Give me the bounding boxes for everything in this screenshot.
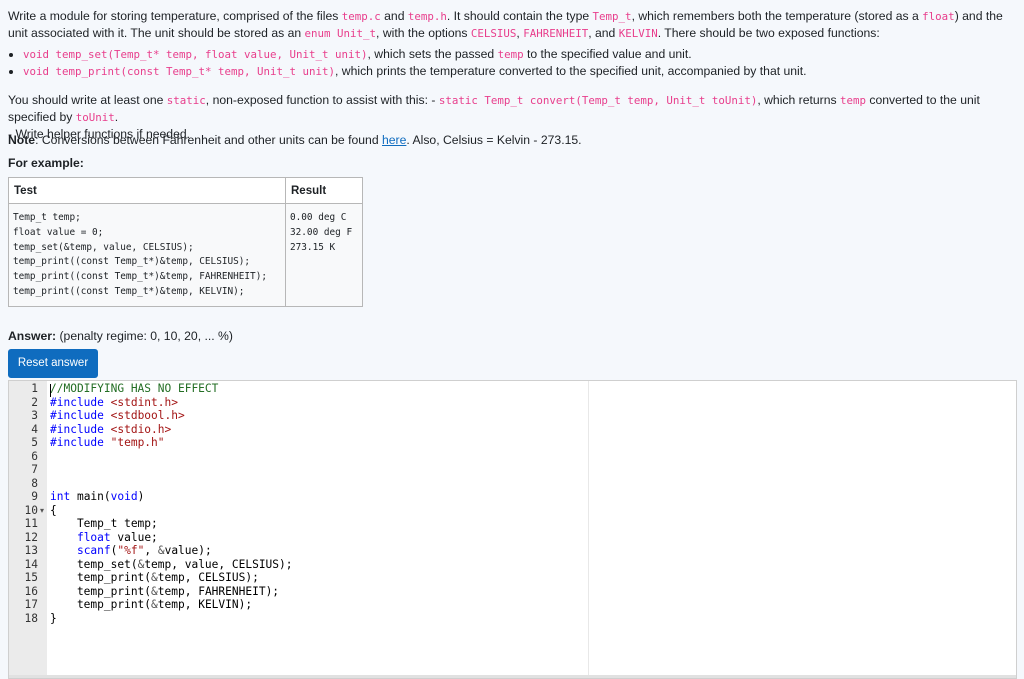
example-table: Test Result Temp_t temp; float value = 0… [8, 177, 363, 307]
code-line[interactable]: int main(void) [50, 490, 144, 504]
inline-code: temp.h [407, 10, 447, 23]
inline-code: KELVIN [618, 27, 658, 40]
intro-text: and [380, 9, 408, 23]
result-output: 0.00 deg C 32.00 deg F 273.15 K [290, 212, 353, 253]
line-number: 16 [24, 584, 38, 598]
note-text: . Also, Celsius = Kelvin - 273.15. [406, 133, 582, 147]
line-number: 5 [31, 436, 38, 449]
answer-label: Answer: [8, 329, 57, 343]
inline-code: FAHRENHEIT [523, 27, 589, 40]
code-line[interactable]: //MODIFYING HAS NO EFFECT [50, 382, 218, 396]
line-number: 13 [24, 544, 38, 557]
line-number: 1 [31, 382, 38, 395]
line-number: 2 [31, 395, 38, 409]
intro-text: , and [588, 26, 619, 40]
helper-text: , which returns [757, 93, 840, 107]
note-paragraph: Note: Conversions between Fahrenheit and… [8, 132, 582, 149]
line-number: 15 [24, 571, 38, 584]
function-description: , which prints the temperature converted… [335, 64, 807, 78]
fold-arrow-icon[interactable]: ▾ [40, 504, 48, 518]
line-number: 14 [24, 557, 38, 571]
code-line[interactable]: temp_print(&temp, FAHRENHEIT); [50, 585, 279, 599]
intro-text: . It should contain the type [446, 9, 593, 23]
table-row: Temp_t temp; float value = 0; temp_set(&… [8, 203, 363, 307]
horizontal-scrollbar[interactable] [9, 675, 1016, 678]
line-number: 8 [31, 476, 38, 490]
function-list: void temp_set(Temp_t* temp, float value,… [8, 46, 1023, 80]
list-item: void temp_set(Temp_t* temp, float value,… [23, 46, 1023, 63]
line-number: 10 [24, 503, 38, 517]
inline-code: static [166, 94, 206, 107]
code-line[interactable]: #include "temp.h" [50, 436, 165, 450]
code-line[interactable]: float value; [50, 531, 158, 545]
inline-code: enum Unit_t [304, 27, 377, 40]
reset-answer-button[interactable]: Reset answer [8, 349, 98, 378]
code-line[interactable]: temp_print(&temp, KELVIN); [50, 598, 252, 612]
list-item: void temp_print(const Temp_t* temp, Unit… [23, 63, 1023, 80]
note-text: : Conversions between Fahrenheit and oth… [35, 133, 382, 147]
table-header-row: Test Result [8, 177, 363, 204]
inline-code: temp [497, 48, 524, 61]
inline-code: float [922, 10, 955, 23]
for-example-heading: For example: [8, 156, 84, 170]
line-number: 6 [31, 449, 38, 463]
result-cell: 0.00 deg C 32.00 deg F 273.15 K [285, 203, 363, 307]
test-column-header: Test [8, 177, 286, 204]
line-number: 3 [31, 409, 38, 422]
function-description: to the specified value and unit. [523, 47, 692, 61]
code-line[interactable]: #include <stdio.h> [50, 423, 171, 437]
code-line[interactable]: scanf("%f", &value); [50, 544, 212, 558]
penalty-regime: (penalty regime: 0, 10, 20, ... %) [59, 329, 233, 343]
inline-code: toUnit [75, 111, 115, 124]
line-number: 9 [31, 490, 38, 503]
intro-text: , which remembers both the temperature (… [631, 9, 923, 23]
helper-text: , non-exposed function to assist with th… [205, 93, 439, 107]
intro-text: . There should be two exposed functions: [657, 26, 880, 40]
code-editor[interactable]: 1 2 3 4 5 6 7 8 9 10 11 12 13 14 15 16 17 18 ▾ //MODIFYING… [8, 380, 1017, 679]
line-number: 17 [24, 598, 38, 611]
question-intro: Write a module for storing temperature, … [8, 8, 1013, 42]
line-number: 18 [24, 611, 38, 625]
helper-text: . [114, 110, 119, 124]
test-cell: Temp_t temp; float value = 0; temp_set(&… [8, 203, 286, 307]
line-number: 4 [31, 422, 38, 436]
answer-heading: Answer: (penalty regime: 0, 10, 20, ... … [8, 328, 233, 345]
code-line[interactable]: { [50, 504, 57, 518]
print-margin [588, 381, 589, 678]
intro-text: , with the options [376, 26, 471, 40]
line-number: 11 [24, 517, 38, 530]
code-line[interactable]: Temp_t temp; [50, 517, 158, 531]
intro-text: Write a module for storing temperature, … [8, 9, 342, 23]
code-line[interactable]: #include <stdbool.h> [50, 409, 185, 423]
code-line[interactable]: #include <stdint.h> [50, 396, 178, 410]
function-description: , which sets the passed [367, 47, 498, 61]
inline-code: static Temp_t convert(Temp_t temp, Unit_… [438, 94, 758, 107]
code-line[interactable]: temp_print(&temp, CELSIUS); [50, 571, 259, 585]
line-number: 12 [24, 530, 38, 544]
inline-code: temp.c [341, 10, 381, 23]
code-line[interactable]: } [50, 612, 57, 626]
line-number: 7 [31, 463, 38, 476]
helper-text: You should write at least one [8, 93, 167, 107]
code-line[interactable]: temp_set(&temp, value, CELSIUS); [50, 558, 293, 572]
conversion-link[interactable]: here [382, 133, 406, 147]
text-cursor [50, 384, 51, 397]
inline-code: temp [840, 94, 867, 107]
inline-code: Temp_t [592, 10, 632, 23]
inline-code: CELSIUS [470, 27, 517, 40]
inline-code: void temp_print(const Temp_t* temp, Unit… [23, 65, 336, 78]
test-code: Temp_t temp; float value = 0; temp_set(&… [13, 212, 267, 297]
inline-code: void temp_set(Temp_t* temp, float value,… [23, 48, 368, 61]
result-column-header: Result [285, 177, 363, 204]
note-label: Note [8, 133, 36, 147]
